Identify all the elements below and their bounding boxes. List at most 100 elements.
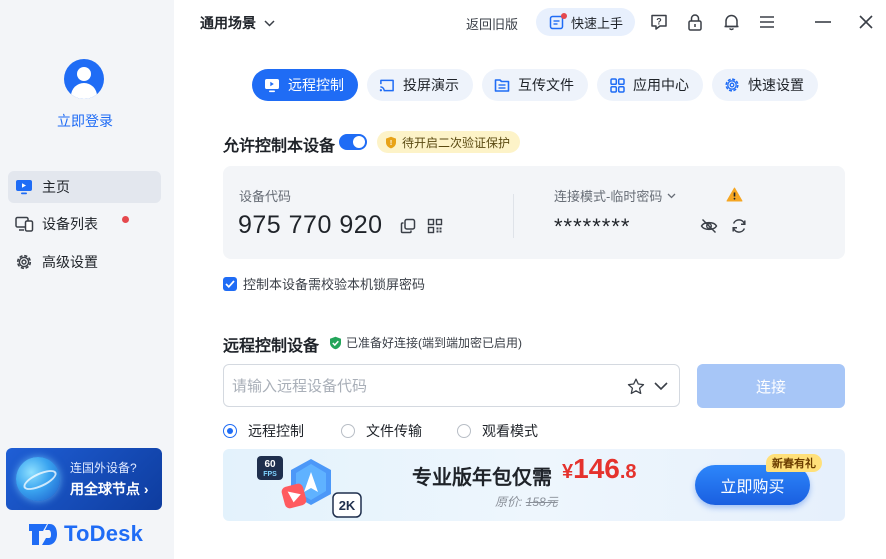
file-transfer-icon [494, 77, 510, 93]
tab-remote-control[interactable]: 远程控制 [252, 69, 358, 101]
remote-control-title: 远程控制设备 [223, 338, 320, 355]
avatar-icon[interactable] [64, 59, 104, 99]
tab-app-center[interactable]: 应用中心 [597, 69, 703, 101]
help-icon[interactable]: ? [649, 12, 669, 32]
connection-ready-text: 已准备好连接(端到端加密已启用) [346, 336, 522, 350]
promo-illustration: 60 FPS 2K [257, 456, 362, 518]
temporary-password: ******** [554, 214, 631, 239]
cast-icon [379, 77, 395, 93]
notification-dot [122, 216, 129, 223]
sidebar-item-label: 主页 [42, 179, 70, 195]
scene-select[interactable]: 通用场景 [200, 13, 275, 33]
gear-icon [14, 252, 34, 272]
price-currency: ¥ [562, 461, 574, 483]
star-icon[interactable] [627, 378, 645, 395]
tab-file-transfer[interactable]: 互传文件 [482, 69, 588, 101]
todesk-logo-icon [29, 524, 57, 545]
price-decimal: .8 [619, 461, 637, 483]
shield-check-icon [329, 336, 342, 350]
allow-control-toggle[interactable] [339, 134, 367, 150]
connect-button[interactable]: 连接 [697, 364, 845, 408]
promo-line2: 用全球节点 › [70, 481, 149, 497]
price-main: 146 [573, 453, 620, 484]
radio-label: 观看模式 [482, 423, 538, 439]
2k-label: 2K [339, 498, 356, 513]
allow-control-title: 允许控制本设备 [223, 138, 336, 155]
radio-view-mode[interactable]: 观看模式 [457, 421, 538, 441]
radio-remote-control[interactable]: 远程控制 [223, 421, 304, 441]
tab-label: 互传文件 [518, 77, 574, 93]
tab-label: 远程控制 [288, 77, 344, 93]
promo-line1: 连国外设备? [70, 461, 137, 475]
close-icon[interactable] [856, 12, 876, 32]
globe-icon [16, 457, 60, 501]
new-year-tag: 新春有礼 [766, 454, 822, 472]
tab-label: 快速设置 [748, 77, 804, 93]
sidebar-item-home[interactable]: 主页 [8, 171, 161, 203]
copy-icon[interactable] [399, 217, 417, 235]
two-factor-badge-text: 待开启二次验证保护 [402, 135, 511, 150]
fps-number: 60 [264, 459, 276, 470]
device-code-label: 设备代码 [239, 189, 292, 204]
chevron-down-icon[interactable] [654, 382, 668, 391]
chevron-down-icon [667, 193, 676, 198]
todesk-logo: ToDesk [28, 521, 143, 547]
banner-price: ¥146.8 [562, 453, 637, 485]
original-price-label: 原价: [495, 495, 523, 509]
apps-icon [609, 77, 625, 93]
device-info-card: 设备代码 975 770 920 连接模式-临时密码 ******** [223, 166, 845, 259]
shield-icon: ! [385, 136, 397, 149]
tab-quick-settings[interactable]: 快速设置 [712, 69, 818, 101]
checkbox-checked-icon[interactable] [223, 276, 237, 291]
sidebar-item-label: 高级设置 [42, 254, 98, 270]
svg-text:?: ? [656, 17, 662, 27]
radio-unchecked-icon[interactable] [341, 424, 355, 438]
tab-label: 投屏演示 [403, 77, 459, 93]
qrcode-icon[interactable] [426, 217, 444, 235]
eye-hidden-icon[interactable] [700, 217, 718, 235]
radio-checked-icon[interactable] [223, 424, 237, 438]
pro-plan-promo-banner[interactable]: 60 FPS 2K 专业版年包仅需 ¥146.8 原价: 158元 立即购买 新… [223, 449, 845, 521]
login-link[interactable]: 立即登录 [0, 111, 170, 131]
scene-label: 通用场景 [200, 15, 256, 31]
bell-icon[interactable] [721, 12, 741, 32]
fps-label: FPS [263, 471, 277, 478]
settings-icon [724, 77, 740, 93]
logo-text: ToDesk [64, 521, 144, 546]
warning-icon[interactable] [725, 185, 743, 203]
quick-start-label: 快速上手 [571, 15, 624, 31]
radio-file-transfer[interactable]: 文件传输 [341, 421, 422, 441]
sidebar: 立即登录 主页 设备列表 高级设置 连国外设备? 用全球节点 › ToDesk [0, 0, 174, 559]
sidebar-item-advanced-settings[interactable]: 高级设置 [8, 246, 161, 278]
back-to-old-version-link[interactable]: 返回旧版 [466, 14, 518, 33]
checkbox-label: 控制本设备需校验本机锁屏密码 [243, 277, 426, 292]
monitor-icon [14, 177, 34, 197]
connection-ready-status: 已准备好连接(端到端加密已启用) [329, 334, 522, 351]
two-factor-badge[interactable]: ! 待开启二次验证保护 [377, 131, 521, 153]
lock-screen-password-checkbox[interactable]: 控制本设备需校验本机锁屏密码 [223, 274, 425, 293]
refresh-icon[interactable] [730, 217, 748, 235]
tab-label: 应用中心 [633, 77, 689, 93]
devices-icon [14, 214, 34, 234]
connection-mode-label: 连接模式-临时密码 [554, 189, 663, 204]
sidebar-item-devices[interactable]: 设备列表 [8, 208, 161, 240]
device-code: 975 770 920 [238, 211, 383, 239]
original-price-value: 158元 [525, 495, 558, 509]
notification-dot [561, 13, 567, 19]
minimize-icon[interactable] [813, 12, 833, 32]
monitor-icon [264, 77, 280, 93]
banner-title: 专业版年包仅需 [412, 467, 552, 489]
lock-icon[interactable] [685, 12, 705, 32]
sidebar-item-label: 设备列表 [42, 216, 98, 232]
radio-unchecked-icon[interactable] [457, 424, 471, 438]
connection-mode-select[interactable]: 连接模式-临时密码 [554, 186, 676, 205]
remote-device-code-input[interactable] [232, 375, 612, 397]
radio-label: 远程控制 [248, 423, 304, 439]
global-node-promo-card[interactable]: 连国外设备? 用全球节点 › [6, 448, 162, 510]
tab-screen-cast[interactable]: 投屏演示 [367, 69, 473, 101]
svg-text:!: ! [390, 140, 392, 147]
remote-device-code-field[interactable] [223, 364, 680, 407]
quick-start-button[interactable]: 快速上手 [536, 8, 635, 36]
chevron-down-icon [264, 19, 275, 27]
menu-icon[interactable] [757, 12, 777, 32]
